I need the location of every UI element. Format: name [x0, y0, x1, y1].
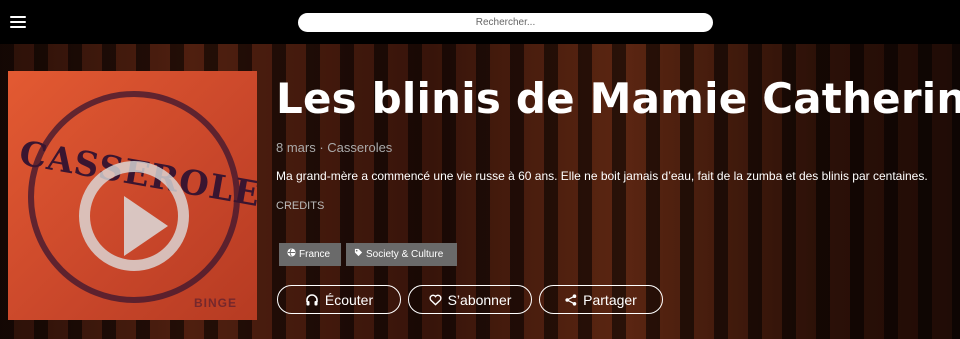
play-icon	[124, 196, 168, 256]
tag-label: France	[299, 249, 331, 260]
cover-brand-logo: BINGE	[193, 296, 237, 310]
tag-france[interactable]: France	[279, 243, 341, 266]
podcast-description: Ma grand-mère a commencé une vie russe à…	[276, 169, 928, 183]
listen-label: Écouter	[324, 291, 374, 308]
credits-link[interactable]: CREDITS	[276, 200, 324, 212]
listen-button[interactable]: Écouter	[277, 285, 401, 314]
share-icon	[565, 293, 577, 306]
tag-icon	[354, 243, 363, 266]
globe-icon	[287, 243, 296, 266]
tag-label: Society & Culture	[366, 249, 444, 260]
podcast-cover-art: CASSEROLES BINGE	[8, 71, 257, 320]
heart-icon	[429, 294, 442, 306]
share-button[interactable]: Partager	[539, 285, 663, 314]
top-bar	[0, 0, 960, 44]
podcast-hero: CASSEROLES BINGE Les blinis de Mamie Cat…	[0, 44, 960, 339]
search-input[interactable]	[298, 13, 713, 32]
hamburger-menu-icon[interactable]	[10, 16, 26, 28]
podcast-title: Les blinis de Mamie Catherine	[276, 74, 960, 123]
headphones-icon	[306, 293, 318, 305]
subscribe-button[interactable]: S’abonner	[408, 285, 532, 314]
share-label: Partager	[583, 291, 637, 308]
podcast-meta: 8 mars · Casseroles	[276, 140, 393, 155]
tag-society-culture[interactable]: Society & Culture	[346, 243, 457, 266]
play-button[interactable]	[79, 161, 189, 271]
subscribe-label: S’abonner	[447, 291, 512, 308]
